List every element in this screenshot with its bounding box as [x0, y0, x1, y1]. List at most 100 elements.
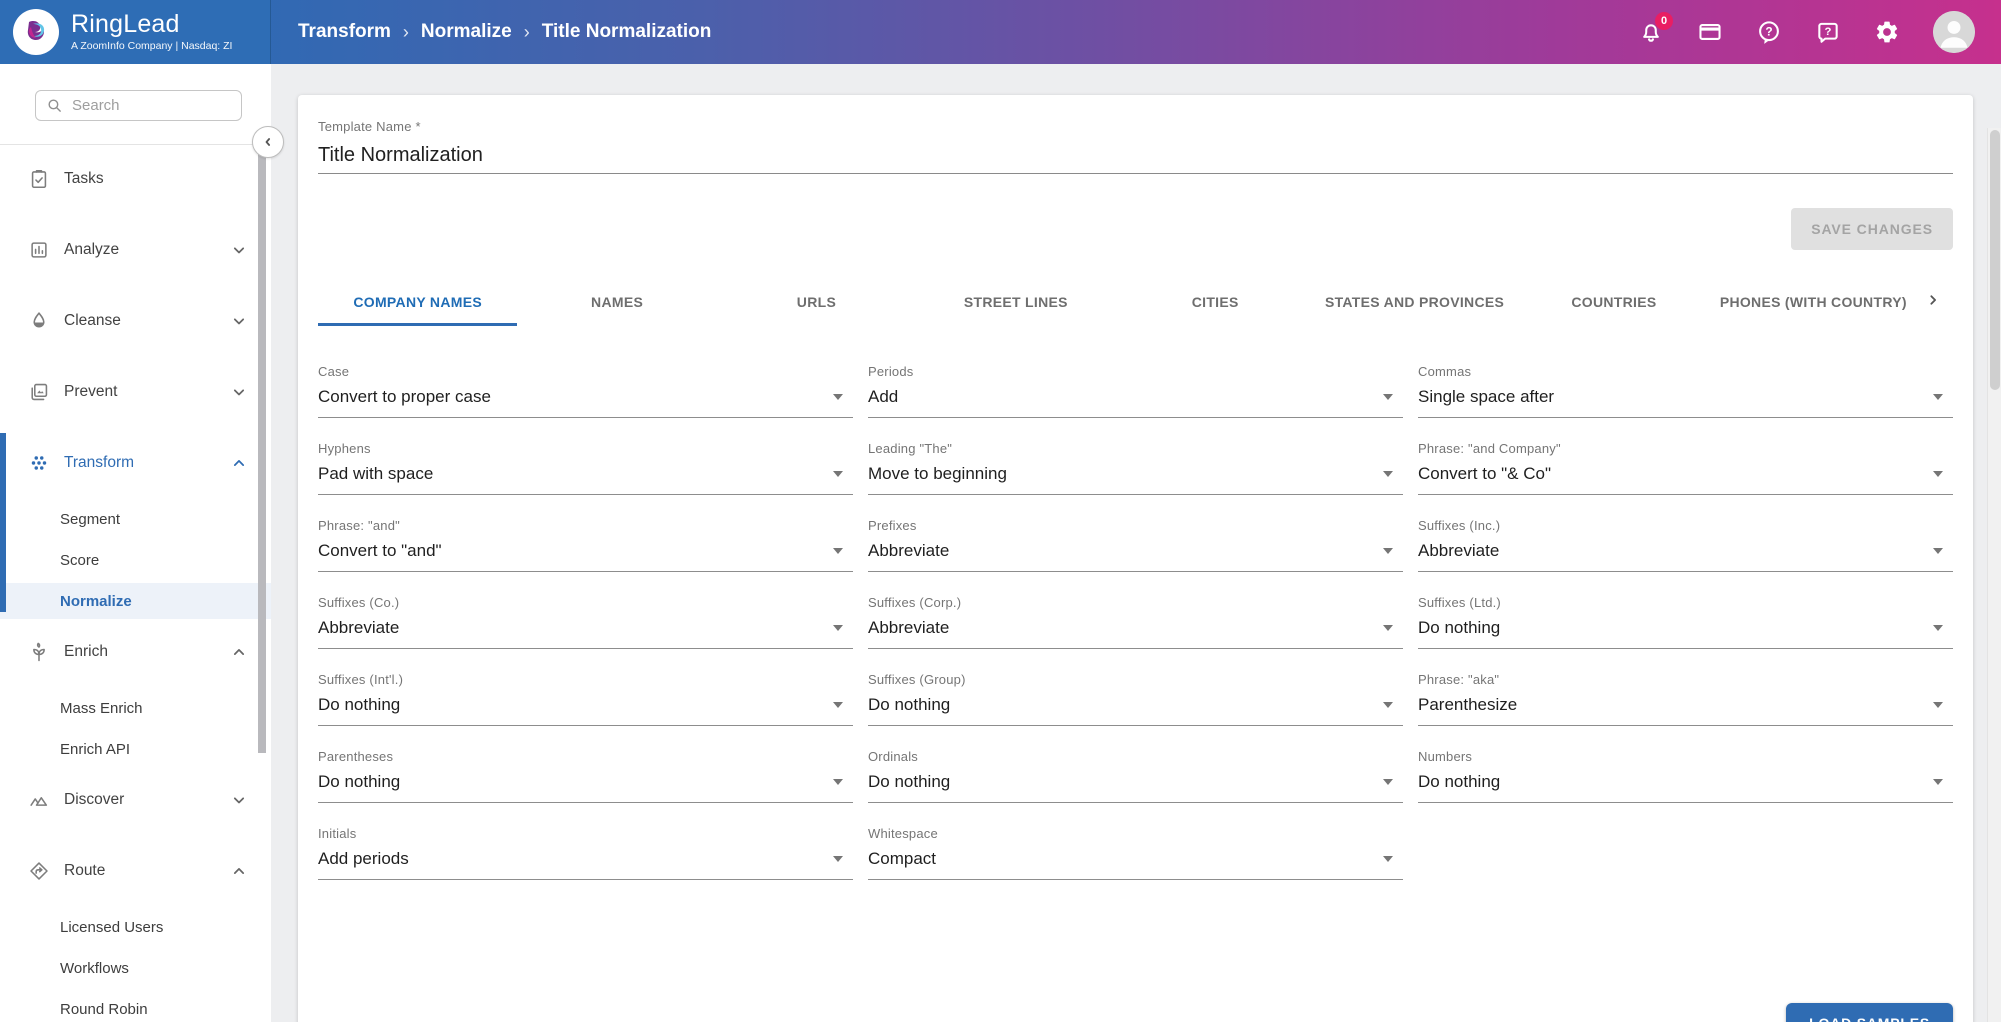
sidebar-item-licensed-users[interactable]: Licensed Users: [0, 909, 271, 945]
main-scrollbar[interactable]: [1987, 128, 2001, 1022]
field-value: Do nothing: [868, 771, 950, 793]
tab-street-lines[interactable]: STREET LINES: [916, 278, 1115, 326]
tab-phones-with-country[interactable]: PHONES (WITH COUNTRY): [1714, 278, 1913, 326]
select-field-ordinals[interactable]: Ordinals Do nothing: [868, 749, 1403, 826]
field-control[interactable]: Compact: [868, 848, 1403, 880]
tab-names[interactable]: NAMES: [517, 278, 716, 326]
select-field-prefixes[interactable]: Prefixes Abbreviate: [868, 518, 1403, 595]
select-field-suffixes-inc[interactable]: Suffixes (Inc.) Abbreviate: [1418, 518, 1953, 595]
settings-button[interactable]: [1874, 19, 1900, 45]
billing-button[interactable]: [1697, 19, 1723, 45]
select-field-initials[interactable]: Initials Add periods: [318, 826, 853, 903]
sidebar-item-tasks[interactable]: Tasks: [0, 159, 271, 199]
tab-urls[interactable]: URLS: [717, 278, 916, 326]
select-field-periods[interactable]: Periods Add: [868, 364, 1403, 441]
save-changes-button[interactable]: SAVE CHANGES: [1791, 208, 1953, 250]
field-control[interactable]: Add periods: [318, 848, 853, 880]
sidebar-item-mass-enrich[interactable]: Mass Enrich: [0, 690, 271, 726]
field-control[interactable]: Pad with space: [318, 463, 853, 495]
select-field-phrase-and[interactable]: Phrase: "and" Convert to "and": [318, 518, 853, 595]
sidebar-item-transform[interactable]: Transform: [0, 443, 271, 483]
tab-cities[interactable]: CITIES: [1116, 278, 1315, 326]
field-label: Suffixes (Inc.): [1418, 518, 1953, 533]
field-control[interactable]: Do nothing: [1418, 771, 1953, 803]
dropdown-arrow-icon: [1383, 779, 1393, 785]
notifications-button[interactable]: 0: [1638, 19, 1664, 45]
field-control[interactable]: Parenthesize: [1418, 694, 1953, 726]
sidebar-item-discover[interactable]: Discover: [0, 780, 271, 820]
sidebar-item-segment[interactable]: Segment: [0, 501, 271, 537]
sidebar-item-score[interactable]: Score: [0, 542, 271, 578]
field-control[interactable]: Abbreviate: [868, 540, 1403, 572]
breadcrumb-item-normalize[interactable]: Normalize: [421, 21, 512, 43]
field-control[interactable]: Do nothing: [868, 694, 1403, 726]
tab-company-names[interactable]: COMPANY NAMES: [318, 278, 517, 326]
brand[interactable]: RingLead A ZoomInfo Company | Nasdaq: ZI: [0, 0, 271, 64]
sidebar-item-label: Tasks: [64, 170, 249, 188]
feedback-button[interactable]: ?: [1815, 19, 1841, 45]
select-field-numbers[interactable]: Numbers Do nothing: [1418, 749, 1953, 826]
sidebar-item-route[interactable]: Route: [0, 851, 271, 891]
main-scrollbar-thumb[interactable]: [1990, 130, 2000, 390]
sidebar-item-normalize[interactable]: Normalize: [0, 583, 271, 619]
settings-card: Template Name * SAVE CHANGES COMPANY NAM…: [298, 95, 1973, 1022]
sidebar-item-enrich-api[interactable]: Enrich API: [0, 731, 271, 767]
select-field-suffixes-corp[interactable]: Suffixes (Corp.) Abbreviate: [868, 595, 1403, 672]
select-field-hyphens[interactable]: Hyphens Pad with space: [318, 441, 853, 518]
sidebar-item-enrich[interactable]: Enrich: [0, 632, 271, 672]
field-control[interactable]: Abbreviate: [318, 617, 853, 649]
field-control[interactable]: Convert to "and": [318, 540, 853, 572]
template-name-input[interactable]: [318, 136, 1953, 174]
field-control[interactable]: Do nothing: [868, 771, 1403, 803]
field-label: Suffixes (Ltd.): [1418, 595, 1953, 610]
tabs-scroll-right-button[interactable]: [1913, 278, 1953, 326]
select-field-suffixes-group[interactable]: Suffixes (Group) Do nothing: [868, 672, 1403, 749]
dropdown-arrow-icon: [1933, 548, 1943, 554]
sidebar-item-prevent[interactable]: Prevent: [0, 372, 271, 412]
select-field-commas[interactable]: Commas Single space after: [1418, 364, 1953, 441]
field-label: Phrase: "and Company": [1418, 441, 1953, 456]
dropdown-arrow-icon: [1383, 856, 1393, 862]
prevent-icon: [28, 381, 50, 403]
field-control[interactable]: Do nothing: [318, 771, 853, 803]
sidebar-scrollbar[interactable]: [258, 150, 266, 753]
select-field-phrase-and-company[interactable]: Phrase: "and Company" Convert to "& Co": [1418, 441, 1953, 518]
search-input[interactable]: [72, 97, 222, 114]
field-control[interactable]: Single space after: [1418, 386, 1953, 418]
search-wrap: [0, 64, 271, 121]
field-control[interactable]: Convert to "& Co": [1418, 463, 1953, 495]
field-control[interactable]: Convert to proper case: [318, 386, 853, 418]
topbar-actions: 0??: [1638, 0, 2001, 64]
select-field-suffixes-co[interactable]: Suffixes (Co.) Abbreviate: [318, 595, 853, 672]
sidebar-item-cleanse[interactable]: Cleanse: [0, 301, 271, 341]
load-samples-button[interactable]: LOAD SAMPLES: [1786, 1003, 1953, 1022]
question-square-icon: ?: [1815, 19, 1841, 45]
sidebar-item-round-robin[interactable]: Round Robin: [0, 991, 271, 1022]
field-control[interactable]: Do nothing: [1418, 617, 1953, 649]
save-row: SAVE CHANGES: [318, 208, 1953, 250]
select-field-suffixes-int-l[interactable]: Suffixes (Int'l.) Do nothing: [318, 672, 853, 749]
tab-countries[interactable]: COUNTRIES: [1514, 278, 1713, 326]
sidebar-item-workflows[interactable]: Workflows: [0, 950, 271, 986]
search-box[interactable]: [35, 90, 242, 121]
tab-states-and-provinces[interactable]: STATES AND PROVINCES: [1315, 278, 1514, 326]
breadcrumb-item-transform[interactable]: Transform: [298, 21, 391, 43]
select-field-phrase-aka[interactable]: Phrase: "aka" Parenthesize: [1418, 672, 1953, 749]
field-control[interactable]: Abbreviate: [868, 617, 1403, 649]
select-field-suffixes-ltd[interactable]: Suffixes (Ltd.) Do nothing: [1418, 595, 1953, 672]
sidebar-item-analyze[interactable]: Analyze: [0, 230, 271, 270]
sidebar-collapse-button[interactable]: [252, 126, 284, 158]
account-button[interactable]: [1933, 11, 1975, 53]
select-field-leading-the[interactable]: Leading "The" Move to beginning: [868, 441, 1403, 518]
field-control[interactable]: Add: [868, 386, 1403, 418]
field-control[interactable]: Do nothing: [318, 694, 853, 726]
field-value: Add periods: [318, 848, 409, 870]
help-button[interactable]: ?: [1756, 19, 1782, 45]
field-value: Convert to "and": [318, 540, 442, 562]
select-field-whitespace[interactable]: Whitespace Compact: [868, 826, 1403, 903]
field-control[interactable]: Move to beginning: [868, 463, 1403, 495]
select-field-parentheses[interactable]: Parentheses Do nothing: [318, 749, 853, 826]
select-field-case[interactable]: Case Convert to proper case: [318, 364, 853, 441]
field-label: Phrase: "and": [318, 518, 853, 533]
field-control[interactable]: Abbreviate: [1418, 540, 1953, 572]
